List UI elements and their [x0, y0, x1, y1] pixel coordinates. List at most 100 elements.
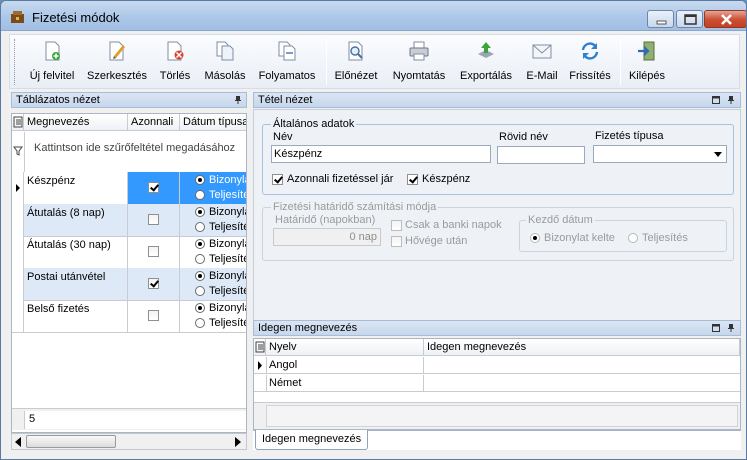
immediate-checkbox[interactable] — [148, 278, 159, 289]
refresh-button[interactable]: Frissítés — [566, 35, 614, 88]
filter-icon — [13, 146, 23, 156]
date-type-radio[interactable] — [195, 222, 205, 232]
short-name-input[interactable] — [497, 146, 585, 164]
payment-type-select[interactable] — [593, 145, 727, 163]
maximize-button[interactable] — [676, 10, 703, 28]
edit-icon — [109, 41, 125, 61]
refresh-icon — [581, 42, 599, 60]
immediate-checkbox[interactable] — [148, 310, 159, 321]
table-row[interactable]: Angol — [254, 357, 740, 374]
table-row[interactable]: Átutalás (30 nap) Bizonylat kelte Teljes… — [12, 236, 246, 269]
pin-icon[interactable] — [234, 96, 242, 104]
table-row[interactable]: Belső fizetés Bizonylat kelte Teljesítés — [12, 300, 246, 333]
date-type-radio[interactable] — [195, 303, 205, 313]
grid-corner[interactable] — [254, 339, 266, 356]
table-row[interactable]: Átutalás (8 nap) Bizonylat kelte Teljesí… — [12, 204, 246, 237]
cell-name: Készpénz — [24, 172, 128, 205]
left-panel-header: Táblázatos nézet — [11, 92, 247, 108]
cell-name: Átutalás (8 nap) — [24, 204, 128, 237]
deadline-input[interactable]: 0 nap — [273, 228, 381, 246]
table-row[interactable]: Postai utánvétel Bizonylat kelte Teljesí… — [12, 268, 246, 301]
date-type-radio[interactable] — [195, 318, 205, 328]
cell-name: Postai utánvétel — [24, 268, 128, 301]
horizontal-scrollbar[interactable] — [11, 433, 247, 450]
scroll-right-icon[interactable] — [234, 437, 242, 447]
immediate-checkbox[interactable] — [148, 246, 159, 257]
cell-language: Angol — [266, 357, 424, 374]
date-type-radio[interactable] — [195, 190, 205, 200]
printer-icon — [409, 41, 429, 61]
close-button[interactable] — [704, 10, 746, 28]
deadline-label: Határidő (napokban) — [275, 214, 376, 226]
immediate-payment-checkbox[interactable] — [272, 174, 283, 185]
minimize-button[interactable] — [647, 10, 674, 28]
start-date-radio-fulfillment[interactable] — [628, 233, 638, 243]
copy-icon — [216, 41, 234, 61]
immediate-checkbox[interactable] — [148, 182, 159, 193]
window-title: Fizetési módok — [32, 10, 120, 25]
column-header-name[interactable]: Megnevezés — [24, 114, 128, 131]
exit-button[interactable]: Kilépés — [624, 35, 670, 88]
toolbar-grip[interactable] — [14, 39, 17, 85]
cell-name: Belső fizetés — [24, 300, 128, 333]
row-indicator-icon — [258, 361, 262, 370]
record-count: 5 — [24, 411, 246, 429]
cell-language: Német — [266, 375, 424, 392]
grid-footer — [254, 402, 740, 429]
table-row[interactable]: Német — [254, 375, 740, 392]
name-input[interactable]: Készpénz — [271, 145, 491, 163]
item-view-body: Általános adatok Név Készpénz Rövid név … — [253, 109, 741, 321]
scroll-thumb[interactable] — [26, 435, 116, 448]
item-view-header: Tétel nézet — [253, 92, 741, 108]
grid-corner[interactable] — [12, 114, 24, 131]
column-header-immediate[interactable]: Azonnali — [128, 114, 180, 131]
toolbar-separator — [620, 39, 621, 85]
minimize-icon — [656, 20, 667, 25]
after-month-end-checkbox[interactable] — [391, 236, 402, 247]
payment-methods-grid: Megnevezés Azonnali Dátum típusa Kattint… — [11, 113, 247, 433]
payment-type-label: Fizetés típusa — [595, 130, 664, 142]
pin-icon[interactable] — [727, 96, 735, 104]
exit-icon — [638, 41, 655, 61]
column-header-foreign-name[interactable]: Idegen megnevezés — [424, 339, 740, 356]
continuous-button[interactable]: Folyamatos — [254, 35, 320, 88]
date-type-radio[interactable] — [195, 254, 205, 264]
general-data-group: Általános adatok Név Készpénz Rövid név … — [262, 118, 734, 195]
mail-icon — [532, 44, 552, 59]
cash-checkbox[interactable] — [407, 174, 418, 185]
preview-icon — [348, 41, 363, 61]
date-type-radio[interactable] — [195, 175, 205, 185]
immediate-checkbox[interactable] — [148, 214, 159, 225]
cash-label: Készpénz — [422, 173, 471, 185]
start-date-group: Kezdő dátum Bizonylat kelte Teljesítés — [519, 214, 727, 252]
foreign-names-header: Idegen megnevezés — [253, 320, 741, 336]
bank-days-checkbox[interactable] — [391, 220, 402, 231]
copy-button[interactable]: Másolás — [200, 35, 250, 88]
maximize-panel-icon[interactable] — [712, 324, 720, 332]
cell-name: Átutalás (30 nap) — [24, 236, 128, 269]
column-header-date-type[interactable]: Dátum típusa — [180, 114, 246, 131]
main-window: Fizetési módok Új felvitel Szerkesztés T… — [0, 0, 747, 460]
email-button[interactable]: E-Mail — [522, 35, 562, 88]
item-view-title: Tétel nézet — [258, 94, 313, 106]
new-button[interactable]: Új felvitel — [20, 35, 84, 88]
print-button[interactable]: Nyomtatás — [388, 35, 450, 88]
bottom-tab-strip: Idegen megnevezés — [253, 430, 741, 450]
date-type-radio[interactable] — [195, 239, 205, 249]
table-row[interactable]: Készpénz Bizonylat kelte Teljesítés — [12, 172, 246, 205]
scroll-left-icon[interactable] — [14, 437, 22, 447]
date-type-radio[interactable] — [195, 207, 205, 217]
date-type-radio[interactable] — [195, 286, 205, 296]
start-date-radio-document[interactable] — [530, 233, 540, 243]
preview-button[interactable]: Előnézet — [332, 35, 380, 88]
pin-icon[interactable] — [727, 324, 735, 332]
edit-button[interactable]: Szerkesztés — [84, 35, 150, 88]
delete-icon — [167, 41, 184, 61]
export-button[interactable]: Exportálás — [456, 35, 516, 88]
maximize-panel-icon[interactable] — [712, 96, 720, 104]
date-type-radio[interactable] — [195, 271, 205, 281]
bank-days-label: Csak a banki napok — [405, 219, 502, 231]
column-header-language[interactable]: Nyelv — [266, 339, 424, 356]
tab-foreign-names[interactable]: Idegen megnevezés — [255, 430, 369, 450]
delete-button[interactable]: Törlés — [150, 35, 200, 88]
